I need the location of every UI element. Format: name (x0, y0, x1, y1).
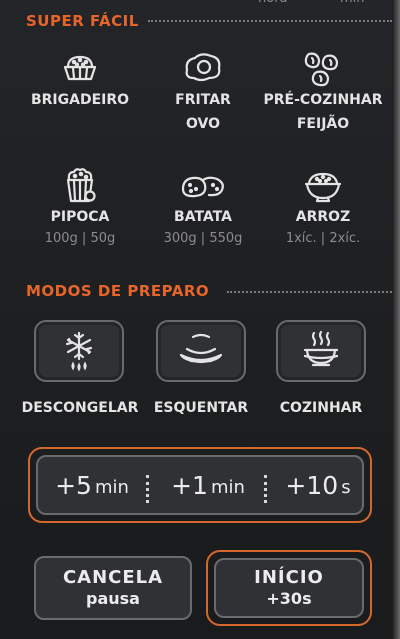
cancel-label: CANCELA (62, 567, 164, 588)
cook-button[interactable] (276, 320, 366, 382)
popcorn-icon (66, 168, 96, 203)
preset-pipoca[interactable]: PIPOCA 100g | 50g (10, 165, 150, 246)
reheat-label: ESQUENTAR (153, 400, 249, 416)
add-1-min-button[interactable]: +1 min (152, 457, 264, 513)
start-label: INÍCIO (254, 567, 324, 588)
time-value: +5 (55, 470, 92, 500)
preset-label: BRIGADEIRO (30, 92, 130, 108)
preset-arroz[interactable]: ARROZ 1xíc. | 2xíc. (253, 165, 393, 246)
preset-label: FRITAR (175, 92, 231, 108)
beans-icon (304, 52, 339, 87)
cancel-pause-button[interactable]: CANCELA pausa (34, 556, 192, 620)
defrost-snowflake-icon (65, 331, 93, 372)
rice-bowl-icon (304, 172, 342, 203)
preset-label-line2: FEIJÃO (296, 116, 350, 132)
preset-label-line2: OVO (185, 116, 220, 132)
cancel-pause-group: CANCELA pausa (28, 550, 198, 626)
modos-de-preparo-title: MODOS DE PREPARO (26, 282, 210, 300)
time-value: +10 (285, 470, 339, 500)
time-unit: s (341, 476, 351, 498)
quick-time-group: +5 min +1 min +10 s (28, 447, 372, 523)
preset-label: BATATA (174, 209, 232, 225)
fried-egg-icon (185, 53, 221, 82)
preset-label: PRÉ-COZINHAR (263, 92, 383, 108)
section-divider (227, 291, 392, 293)
preset-batata[interactable]: BATATA 300g | 550g (133, 165, 273, 246)
reheat-button[interactable] (156, 320, 246, 382)
top-label-min: min (340, 0, 365, 6)
add-10-s-button[interactable]: +10 s (270, 457, 366, 513)
preset-pre-cozinhar-feijao[interactable]: PRÉ-COZINHAR FEIJÃO (253, 48, 393, 136)
preset-label: PIPOCA (50, 209, 110, 225)
preset-brigadeiro[interactable]: BRIGADEIRO (10, 48, 150, 112)
preset-weights: 300g | 550g (163, 231, 243, 246)
section-divider (148, 20, 392, 22)
time-unit: min (210, 476, 245, 498)
cook-label: COZINHAR (279, 400, 363, 416)
preset-weights: 100g | 50g (44, 231, 116, 246)
start-group: INÍCIO +30s (206, 550, 372, 626)
top-label-hora: hora (258, 0, 288, 6)
super-facil-title: SUPER FÁCIL (26, 12, 139, 30)
add-30s-label: +30s (266, 589, 312, 608)
pause-label: pausa (86, 589, 140, 608)
add-5-min-button[interactable]: +5 min (38, 457, 146, 513)
preset-label: ARROZ (295, 209, 351, 225)
start-button[interactable]: INÍCIO +30s (214, 558, 364, 618)
heating-plate-icon (179, 333, 223, 364)
cooking-pot-icon (303, 330, 339, 367)
quick-time-panel: +5 min +1 min +10 s (36, 455, 364, 515)
brigadeiro-icon (63, 55, 97, 81)
preset-fritar-ovo[interactable]: FRITAR OVO (133, 48, 273, 136)
defrost-label: DESCONGELAR (21, 400, 139, 416)
time-unit: min (94, 476, 129, 498)
defrost-button[interactable] (34, 320, 124, 382)
time-value: +1 (171, 470, 208, 500)
panel-edge (392, 0, 400, 639)
preset-weights: 1xíc. | 2xíc. (285, 231, 361, 246)
potato-icon (181, 176, 224, 198)
